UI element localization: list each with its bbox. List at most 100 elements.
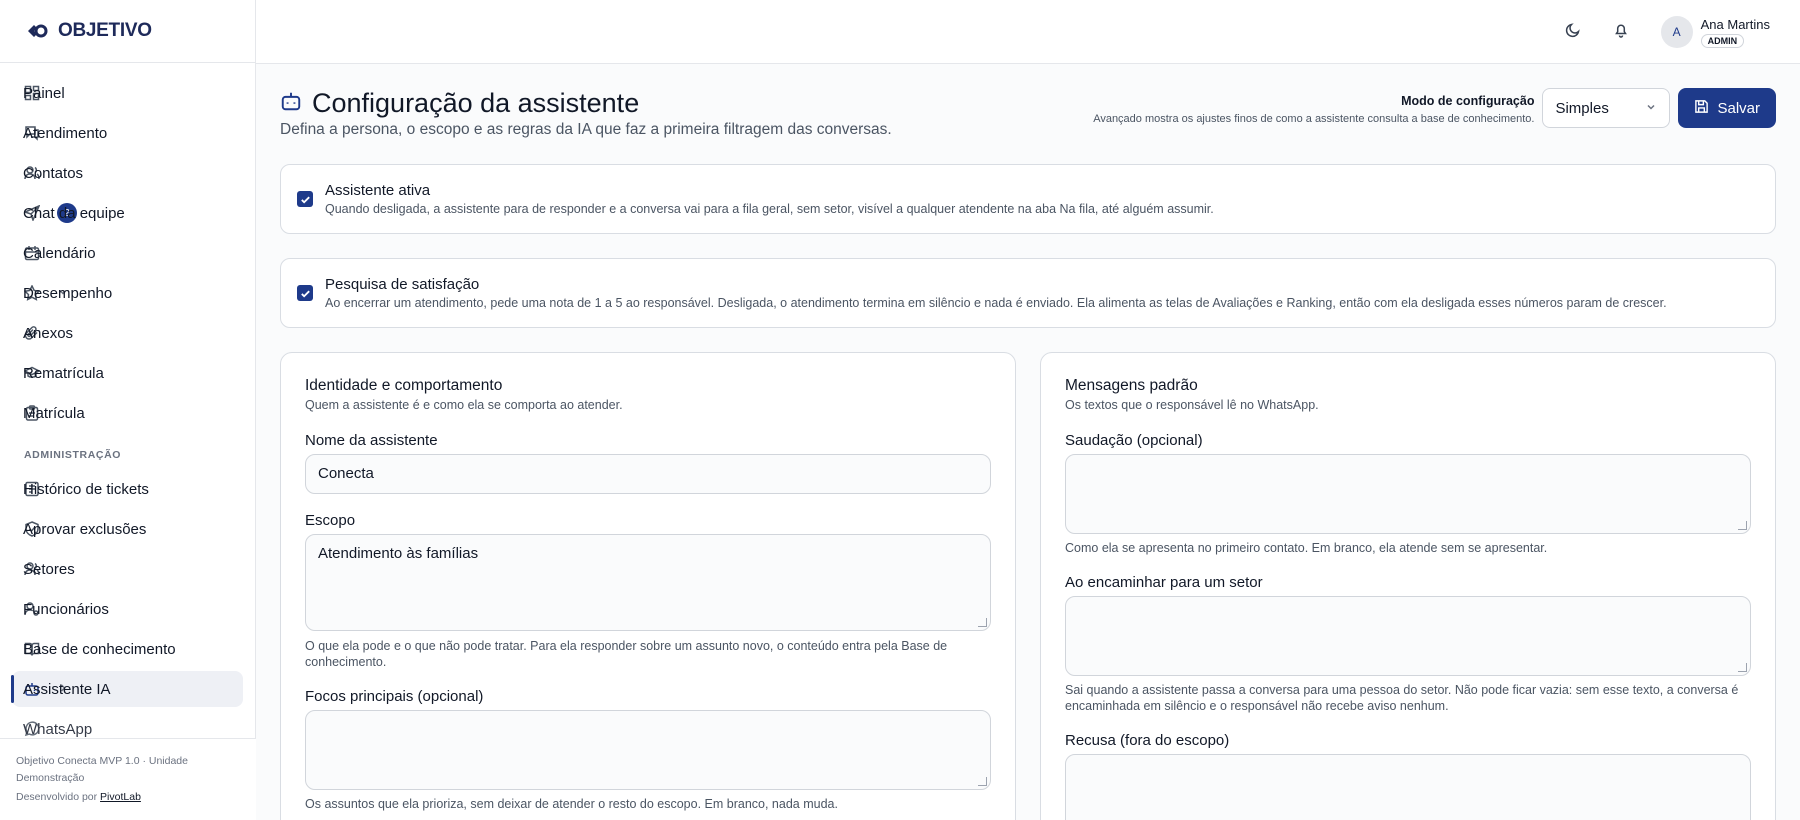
chevron-down-icon <box>1645 100 1657 117</box>
page-subtitle: Defina a persona, o escopo e as regras d… <box>280 121 892 138</box>
config-mode-area: Modo de configuração Avançado mostra os … <box>1093 88 1776 128</box>
sidebar-item-painel[interactable]: Painel <box>12 75 243 111</box>
sidebar-footer: Objetivo Conecta MVP 1.0 · Unidade Demon… <box>0 738 256 820</box>
sidebar-nav: Painel Atendimento Contatos Chat da equi… <box>0 63 255 739</box>
sidebar-item-label: Calendário <box>23 244 96 262</box>
sidebar-item-assistente-ia[interactable]: Assistente IA <box>11 671 243 707</box>
sidebar-item-label: Contatos <box>23 164 84 182</box>
mode-select-value: Simples <box>1555 99 1609 117</box>
forward-hint: Sai quando a assistente passa a conversa… <box>1065 683 1739 713</box>
assistant-active-card: Assistente ativa Quando desligada, a ass… <box>280 164 1776 234</box>
focus-label: Focos principais (opcional) <box>305 688 484 705</box>
sidebar-item-matricula[interactable]: Matrícula <box>12 395 243 431</box>
sidebar-item-atendimento[interactable]: Atendimento <box>12 115 243 151</box>
scope-hint: O que ela pode e o que não pode tratar. … <box>305 639 948 669</box>
sidebar-item-label: Funcionários <box>23 600 109 618</box>
moon-icon <box>1565 22 1581 43</box>
satisfaction-survey-desc: Ao encerrar um atendimento, pede uma not… <box>325 296 1667 310</box>
sidebar-item-label: Assistente IA <box>23 680 111 698</box>
mode-text: Modo de configuração Avançado mostra os … <box>1093 94 1534 125</box>
user-role-badge: ADMIN <box>1700 33 1745 48</box>
sidebar-item-funcionarios[interactable]: Funcionários <box>12 591 243 627</box>
sidebar-item-label: Matrícula <box>23 404 85 422</box>
mode-label: Modo de configuração <box>1401 94 1535 108</box>
greeting-textarea[interactable] <box>1065 454 1751 534</box>
sidebar-item-label: Chat da equipe <box>23 204 125 222</box>
brand-logo[interactable]: OBJETIVO <box>0 0 255 63</box>
sidebar-item-rematricula[interactable]: Rematrícula <box>12 355 243 391</box>
sidebar-item-label: Rematrícula <box>23 364 104 382</box>
sidebar-item-chat-equipe[interactable]: Chat da equipe 2 <box>12 195 243 231</box>
greeting-hint: Como ela se apresenta no primeiro contat… <box>1065 541 1548 555</box>
sidebar-item-label: Aprovar exclusões <box>23 520 147 538</box>
identity-subtitle: Quem a assistente é e como ela se compor… <box>305 398 623 412</box>
assistant-name-input[interactable]: Conecta <box>305 454 991 494</box>
assistant-active-checkbox[interactable] <box>297 191 313 207</box>
sidebar-item-label: Histórico de tickets <box>23 480 149 498</box>
sidebar-item-label: Anexos <box>23 324 74 342</box>
sidebar-item-label: Base de conhecimento <box>23 640 176 658</box>
page-title: Configuração da assistente <box>312 88 640 118</box>
sidebar-item-base-conhecimento[interactable]: Base de conhecimento <box>12 631 243 667</box>
refusal-textarea[interactable] <box>1065 754 1751 820</box>
messages-subtitle: Os textos que o responsável lê no WhatsA… <box>1065 398 1319 412</box>
title-row: Configuração da assistente <box>280 88 639 119</box>
brand-mark-icon <box>28 24 48 38</box>
sidebar-item-desempenho[interactable]: Desempenho <box>12 275 243 311</box>
user-name: Ana Martins <box>1700 16 1770 32</box>
satisfaction-survey-title: Pesquisa de satisfação <box>325 276 480 293</box>
sidebar-item-label: Desempenho <box>23 284 113 302</box>
app-version: Objetivo Conecta MVP 1.0 · Unidade Demon… <box>16 755 188 784</box>
avatar[interactable]: A <box>1660 16 1693 48</box>
messages-title: Mensagens padrão <box>1065 377 1198 394</box>
save-button[interactable]: Salvar <box>1678 88 1776 128</box>
identity-card: Identidade e comportamento Quem a assist… <box>280 352 1016 820</box>
developer-prefix: Desenvolvido por <box>16 791 101 803</box>
sidebar-item-label: Atendimento <box>23 124 108 142</box>
sidebar-item-aprovar-exclusoes[interactable]: Aprovar exclusões <box>12 511 243 547</box>
sidebar-item-setores[interactable]: Setores <box>12 551 243 587</box>
mode-select[interactable]: Simples <box>1542 88 1671 128</box>
main-content: Configuração da assistente Defina a pers… <box>280 64 1776 820</box>
sidebar-item-label: WhatsApp <box>23 720 93 738</box>
save-button-label: Salvar <box>1717 99 1760 117</box>
notifications-button[interactable] <box>1601 14 1641 50</box>
forward-textarea[interactable] <box>1065 596 1751 676</box>
developer-link[interactable]: PivotLab <box>100 791 141 803</box>
sidebar-item-label: Painel <box>23 84 65 102</box>
satisfaction-survey-checkbox[interactable] <box>297 285 313 301</box>
scope-textarea[interactable]: Atendimento às famílias <box>305 534 991 631</box>
forward-label: Ao encaminhar para um setor <box>1065 574 1263 591</box>
mode-hint: Avançado mostra os ajustes finos de como… <box>1093 113 1535 125</box>
assistant-active-desc: Quando desligada, a assistente para de r… <box>325 202 1214 216</box>
sidebar-item-whatsapp[interactable]: WhatsApp <box>12 711 243 739</box>
refusal-label: Recusa (fora do escopo) <box>1065 732 1230 749</box>
assistant-name-label: Nome da assistente <box>305 432 438 449</box>
topbar: A Ana Martins ADMIN <box>256 0 1800 64</box>
greeting-label: Saudação (opcional) <box>1065 432 1203 449</box>
page-header: Configuração da assistente Defina a pers… <box>280 64 1776 164</box>
focus-textarea[interactable] <box>305 710 991 790</box>
topbar-actions: A Ana Martins ADMIN <box>1553 14 1770 50</box>
bell-icon <box>1613 22 1629 43</box>
assistant-name-value: Conecta <box>318 465 374 482</box>
satisfaction-survey-card: Pesquisa de satisfação Ao encerrar um at… <box>280 258 1776 328</box>
sidebar-item-contatos[interactable]: Contatos <box>12 155 243 191</box>
brand-name: OBJETIVO <box>58 20 152 41</box>
theme-toggle-button[interactable] <box>1553 14 1593 50</box>
user-menu[interactable]: Ana Martins ADMIN <box>1700 16 1770 48</box>
sidebar-item-anexos[interactable]: Anexos <box>12 315 243 351</box>
assistant-active-title: Assistente ativa <box>325 182 431 199</box>
sidebar-item-label: Setores <box>23 560 75 578</box>
bot-icon <box>280 90 302 117</box>
messages-card: Mensagens padrão Os textos que o respons… <box>1040 352 1776 820</box>
focus-hint: Os assuntos que ela prioriza, sem deixar… <box>305 797 838 811</box>
sidebar-section-admin: ADMINISTRAÇÃO <box>24 449 122 461</box>
sidebar-item-calendario[interactable]: Calendário <box>12 235 243 271</box>
sidebar-item-historico-tickets[interactable]: Histórico de tickets <box>12 471 243 507</box>
scope-label: Escopo <box>305 512 356 529</box>
save-icon <box>1694 99 1709 118</box>
sidebar: OBJETIVO Painel Atendimento Contatos Cha… <box>0 0 256 820</box>
scope-value: Atendimento às famílias <box>318 545 479 562</box>
identity-title: Identidade e comportamento <box>305 377 503 394</box>
